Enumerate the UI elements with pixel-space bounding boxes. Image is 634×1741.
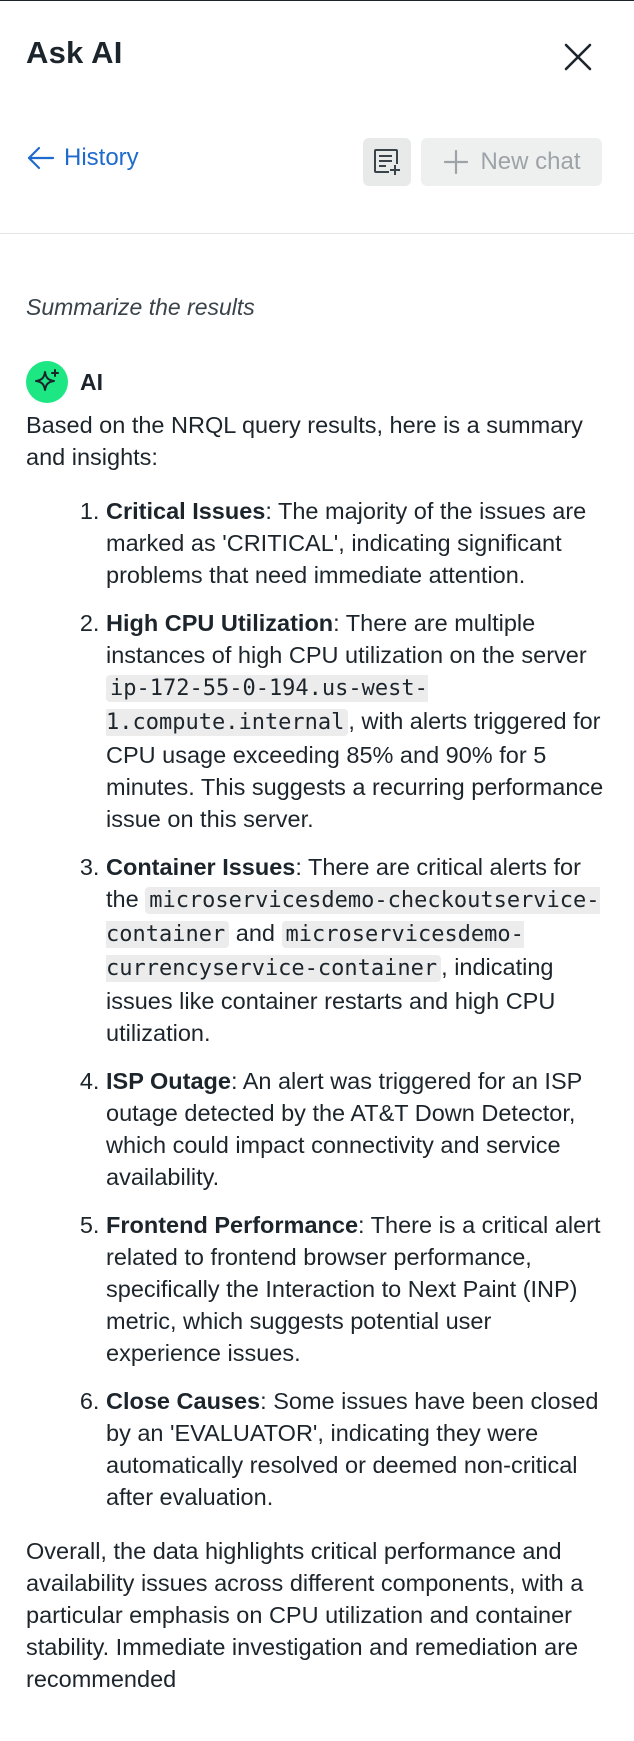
new-chat-button[interactable]: New chat bbox=[421, 138, 602, 186]
arrow-left-icon bbox=[27, 146, 55, 170]
ask-ai-panel: Ask AI History New chat Summarize the re… bbox=[0, 0, 634, 1741]
ai-summary: Overall, the data highlights critical pe… bbox=[26, 1538, 584, 1692]
close-icon bbox=[564, 43, 592, 71]
item-title: ISP Outage bbox=[106, 1068, 231, 1094]
item-text: and bbox=[229, 920, 282, 946]
notes-button[interactable] bbox=[363, 138, 411, 186]
panel-title: Ask AI bbox=[26, 35, 123, 70]
list-item: ISP Outage: An alert was triggered for a… bbox=[106, 1065, 608, 1193]
conversation: Summarize the results AI Based on the NR… bbox=[0, 234, 634, 1695]
item-title: Close Causes bbox=[106, 1388, 261, 1414]
item-title: Frontend Performance bbox=[106, 1212, 359, 1238]
history-link[interactable]: History bbox=[26, 141, 139, 175]
panel-header: Ask AI History New chat bbox=[0, 1, 634, 234]
list-item: Close Causes: Some issues have been clos… bbox=[106, 1385, 608, 1513]
insights-list: Critical Issues: The majority of the iss… bbox=[26, 495, 608, 1513]
list-item: Container Issues: There are critical ale… bbox=[106, 851, 608, 1049]
list-item: Frontend Performance: There is a critica… bbox=[106, 1209, 608, 1369]
notes-icon bbox=[374, 149, 401, 176]
sparkle-icon bbox=[35, 369, 59, 391]
ai-message-header: AI bbox=[26, 361, 608, 403]
list-item: High CPU Utilization: There are multiple… bbox=[106, 607, 608, 835]
plus-icon bbox=[444, 149, 469, 175]
history-label: History bbox=[64, 144, 139, 171]
ai-avatar bbox=[26, 361, 68, 403]
ai-label: AI bbox=[80, 368, 103, 395]
close-button[interactable] bbox=[558, 37, 598, 77]
new-chat-label: New chat bbox=[480, 148, 581, 175]
user-message: Summarize the results bbox=[26, 294, 255, 320]
ai-intro: Based on the NRQL query results, here is… bbox=[26, 412, 583, 470]
list-item: Critical Issues: The majority of the iss… bbox=[106, 495, 608, 591]
item-title: High CPU Utilization bbox=[106, 610, 334, 636]
item-title: Critical Issues bbox=[106, 498, 266, 524]
item-title: Container Issues bbox=[106, 854, 296, 880]
